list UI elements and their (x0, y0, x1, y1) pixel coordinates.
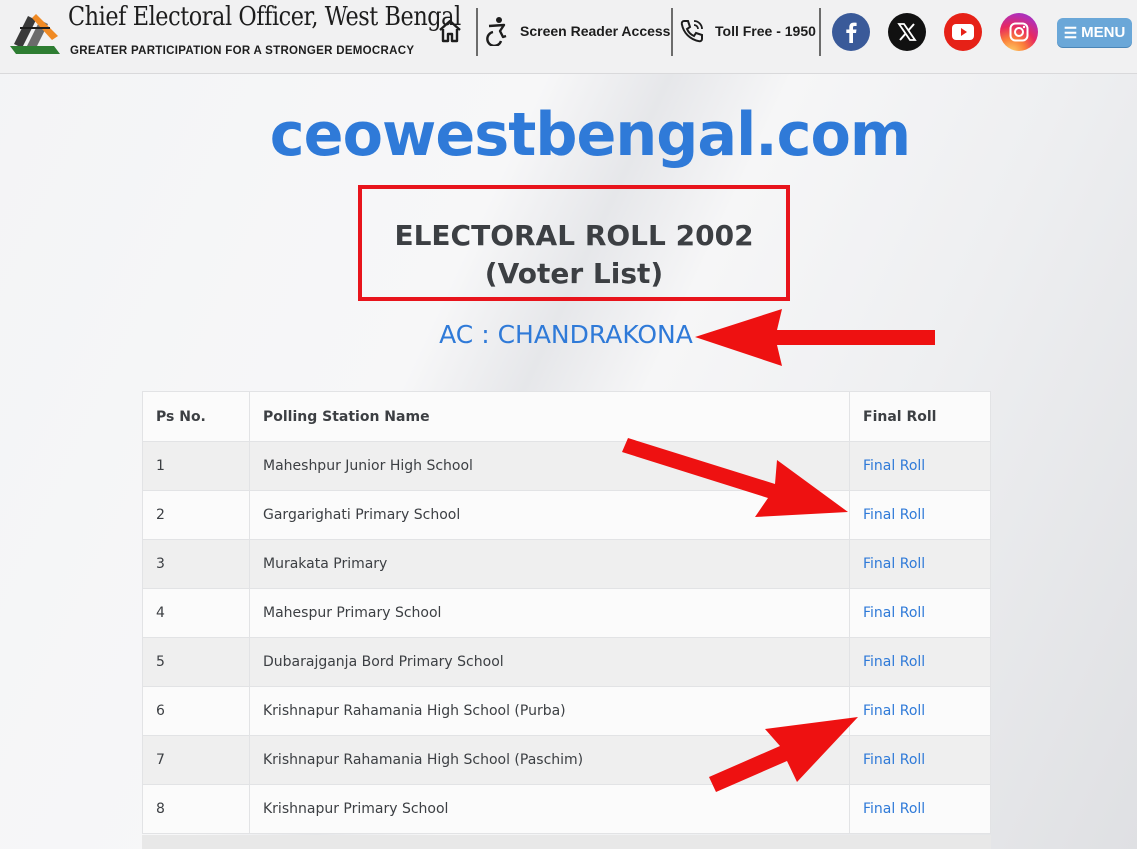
ps-number: 5 (142, 637, 250, 687)
ps-number: 3 (142, 539, 250, 589)
final-roll-link[interactable]: Final Roll (863, 458, 925, 474)
home-button[interactable] (434, 14, 466, 48)
final-roll-link[interactable]: Final Roll (863, 654, 925, 670)
ps-number: 6 (142, 686, 250, 736)
final-roll-link[interactable]: Final Roll (863, 801, 925, 817)
site-name-heading: ceowestbengal.com (269, 100, 911, 170)
hamburger-icon: ☰ (1063, 24, 1078, 42)
site-tagline: GREATER PARTICIPATION FOR A STRONGER DEM… (70, 45, 415, 57)
electoral-roll-title-box: ELECTORAL ROLL 2002 (Voter List) (358, 185, 790, 301)
table-row: 7 Krishnapur Rahamania High School (Pasc… (142, 735, 991, 785)
facebook-link[interactable] (832, 13, 870, 51)
table-row: 4 Mahespur Primary School Final Roll (142, 588, 991, 638)
instagram-link[interactable] (1000, 13, 1038, 51)
toll-free-label: Toll Free - 1950 (715, 23, 816, 39)
site-header: Chief Electoral Officer, West Bengal GRE… (0, 0, 1137, 74)
eci-logo-icon[interactable] (6, 6, 64, 58)
table-next-row-partial (142, 835, 991, 849)
column-header-polling-station-name: Polling Station Name (249, 391, 850, 442)
roll-title-line1: ELECTORAL ROLL 2002 (394, 219, 754, 252)
screen-reader-label: Screen Reader Access (520, 23, 671, 39)
facebook-icon (846, 22, 857, 43)
ps-number: 7 (142, 735, 250, 785)
home-icon (439, 19, 461, 43)
table-row: 2 Gargarighati Primary School Final Roll (142, 490, 991, 540)
table-row: 6 Krishnapur Rahamania High School (Purb… (142, 686, 991, 736)
accessibility-icon (486, 17, 507, 46)
table-row: 8 Krishnapur Primary School Final Roll (142, 784, 991, 834)
polling-station-name: Krishnapur Rahamania High School (Paschi… (249, 735, 850, 785)
roll-title-line2: (Voter List) (484, 257, 664, 290)
polling-station-name: Murakata Primary (249, 539, 850, 589)
ps-number: 4 (142, 588, 250, 638)
toll-free-link[interactable]: Toll Free - 1950 (679, 14, 816, 48)
final-roll-link[interactable]: Final Roll (863, 507, 925, 523)
ps-number: 8 (142, 784, 250, 834)
youtube-icon (952, 24, 974, 40)
table-row: 3 Murakata Primary Final Roll (142, 539, 991, 589)
table-header-row: Ps No. Polling Station Name Final Roll (142, 391, 991, 442)
final-roll-link[interactable]: Final Roll (863, 752, 925, 768)
menu-button[interactable]: ☰ MENU (1057, 18, 1132, 47)
header-divider (476, 8, 478, 56)
youtube-link[interactable] (944, 13, 982, 51)
assembly-constituency-name: AC : CHANDRAKONA (439, 320, 693, 349)
screen-reader-access-link[interactable]: Screen Reader Access (484, 14, 670, 48)
polling-station-name: Krishnapur Primary School (249, 784, 850, 834)
polling-station-name: Krishnapur Rahamania High School (Purba) (249, 686, 850, 736)
ps-number: 1 (142, 441, 250, 491)
instagram-icon (1009, 22, 1029, 42)
phone-icon (680, 20, 703, 43)
electoral-roll-title: ELECTORAL ROLL 2002 (Voter List) (362, 217, 786, 293)
header-divider (671, 8, 673, 56)
polling-station-name: Mahespur Primary School (249, 588, 850, 638)
final-roll-link[interactable]: Final Roll (863, 703, 925, 719)
header-divider (819, 8, 821, 56)
final-roll-link[interactable]: Final Roll (863, 556, 925, 572)
ps-number: 2 (142, 490, 250, 540)
site-title[interactable]: Chief Electoral Officer, West Bengal (68, 2, 461, 32)
column-header-final-roll: Final Roll (849, 391, 991, 442)
final-roll-link[interactable]: Final Roll (863, 605, 925, 621)
table-row: 1 Maheshpur Junior High School Final Rol… (142, 441, 991, 491)
x-twitter-link[interactable] (888, 13, 926, 51)
table-row: 5 Dubarajganja Bord Primary School Final… (142, 637, 991, 687)
polling-station-name: Maheshpur Junior High School (249, 441, 850, 491)
polling-station-name: Dubarajganja Bord Primary School (249, 637, 850, 687)
polling-station-table: Ps No. Polling Station Name Final Roll 1… (142, 391, 991, 834)
column-header-ps-no: Ps No. (142, 391, 250, 442)
x-icon (897, 23, 917, 41)
polling-station-name: Gargarighati Primary School (249, 490, 850, 540)
menu-label: MENU (1081, 24, 1126, 41)
